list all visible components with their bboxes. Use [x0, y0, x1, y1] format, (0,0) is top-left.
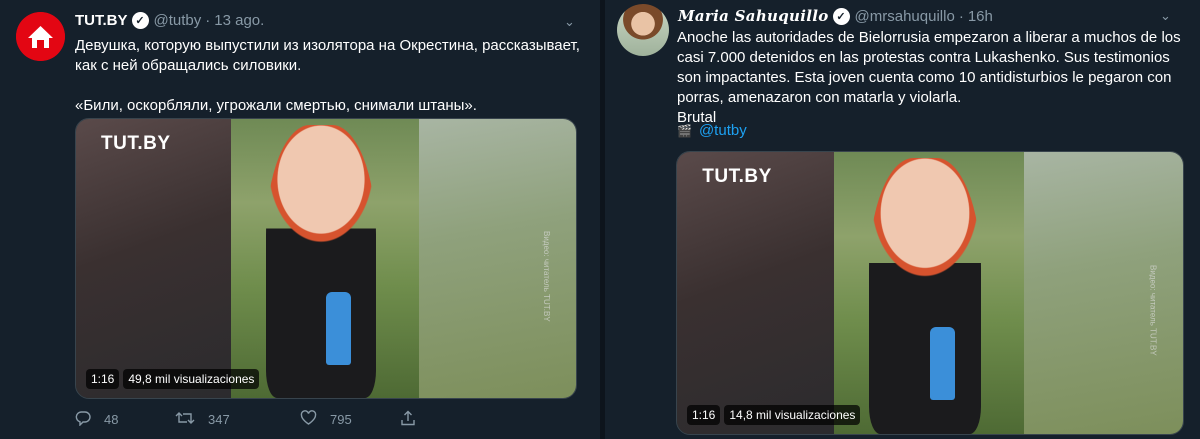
timestamp[interactable]: 16h	[968, 8, 993, 25]
video-watermark-logo: TUT.BY	[101, 132, 171, 154]
video-side-caption: Видео: читатель TUT.BY	[542, 230, 551, 322]
author-handle[interactable]: @mrsahuquillo	[855, 8, 955, 25]
author-name[interactable]: TUT.BY	[75, 12, 128, 29]
tweet-header: Maria Sahuquillo ✓ @mrsahuquillo · 16h	[678, 7, 993, 25]
chevron-down-icon[interactable]: ⌄	[564, 14, 575, 30]
video-views: 49,8 mil visualizaciones	[123, 369, 260, 389]
avatar[interactable]	[617, 4, 669, 56]
author-name[interactable]: Maria Sahuquillo	[678, 7, 829, 25]
mention-row: 🎬 @tutby	[677, 122, 747, 139]
video-blur-right	[1023, 152, 1183, 434]
tweet-text-line: casi 7.000 detenidos en las protestas co…	[677, 49, 1170, 66]
like-button[interactable]: 795	[300, 410, 400, 429]
reply-count: 48	[104, 412, 119, 427]
water-bottle	[930, 326, 956, 401]
verified-check-icon: ✓	[832, 7, 850, 25]
clapperboard-icon: 🎬	[677, 123, 692, 138]
tweet-header: TUT.BY ✓ @tutby · 13 ago.	[75, 12, 264, 29]
author-handle[interactable]: @tutby	[154, 12, 202, 29]
mention-link[interactable]: @tutby	[699, 122, 747, 139]
house-logo-icon	[16, 12, 65, 61]
video-player[interactable]: TUT.BY Видео: читатель TUT.BY 1:16 14,8 …	[676, 151, 1184, 435]
verified-check-icon: ✓	[131, 12, 149, 29]
video-side-caption: Видео: читатель TUT.BY	[1148, 264, 1158, 356]
tweet-text: Девушка, которую выпустили из изолятора …	[75, 36, 585, 116]
share-button[interactable]	[400, 410, 429, 429]
video-badges: 1:16 14,8 mil visualizaciones	[687, 405, 861, 425]
separator-dot: ·	[958, 7, 964, 25]
video-duration: 1:16	[86, 369, 120, 389]
heart-icon	[300, 410, 317, 429]
tweet-text-line: Anoche las autoridades de Bielorrusia em…	[677, 29, 1181, 46]
chevron-down-icon[interactable]: ⌄	[1160, 8, 1171, 24]
video-badges: 1:16 49,8 mil visualizaciones	[86, 369, 260, 389]
water-bottle	[326, 291, 351, 365]
retweet-count: 347	[208, 412, 230, 427]
tweet-text-line: Brutal	[677, 109, 717, 126]
reply-button[interactable]: 48	[75, 410, 175, 429]
video-duration: 1:16	[687, 405, 721, 425]
video-blur-right	[418, 119, 576, 398]
video-views: 14,8 mil visualizaciones	[724, 405, 861, 425]
share-icon	[400, 410, 416, 429]
tweet-text-line: son impactantes. Esta joven cuenta como …	[677, 69, 1172, 86]
like-count: 795	[330, 412, 352, 427]
video-subject	[266, 124, 376, 398]
video-blur-left	[677, 152, 834, 434]
video-subject	[869, 157, 981, 434]
tweet-text-line: porras, amenazaron con matarla y violarl…	[677, 89, 962, 106]
video-blur-left	[76, 119, 231, 398]
video-player[interactable]: TUT.BY Видео: читатель TUT.BY 1:16 49,8 …	[75, 118, 577, 399]
tweet-mrsahuquillo[interactable]: Maria Sahuquillo ✓ @mrsahuquillo · 16h ⌄…	[605, 0, 1200, 439]
tweet-text-line: Девушка, которую выпустили из изолятора …	[75, 37, 580, 54]
tweet-text-line: как с ней обращались силовики.	[75, 57, 302, 74]
timestamp[interactable]: 13 ago.	[214, 12, 264, 29]
reply-icon	[75, 410, 91, 429]
tweet-tutby[interactable]: TUT.BY ✓ @tutby · 13 ago. ⌄ Девушка, кот…	[0, 0, 600, 439]
tweet-text: Anoche las autoridades de Bielorrusia em…	[677, 28, 1187, 128]
tweet-text-line: «Били, оскорбляли, угрожали смертью, сни…	[75, 97, 477, 114]
separator-dot: ·	[205, 12, 211, 29]
avatar[interactable]	[16, 12, 65, 61]
tweet-actions: 48 347 795	[75, 410, 429, 429]
retweet-icon	[175, 410, 195, 429]
video-watermark-logo: TUT.BY	[702, 166, 772, 188]
retweet-button[interactable]: 347	[175, 410, 300, 429]
